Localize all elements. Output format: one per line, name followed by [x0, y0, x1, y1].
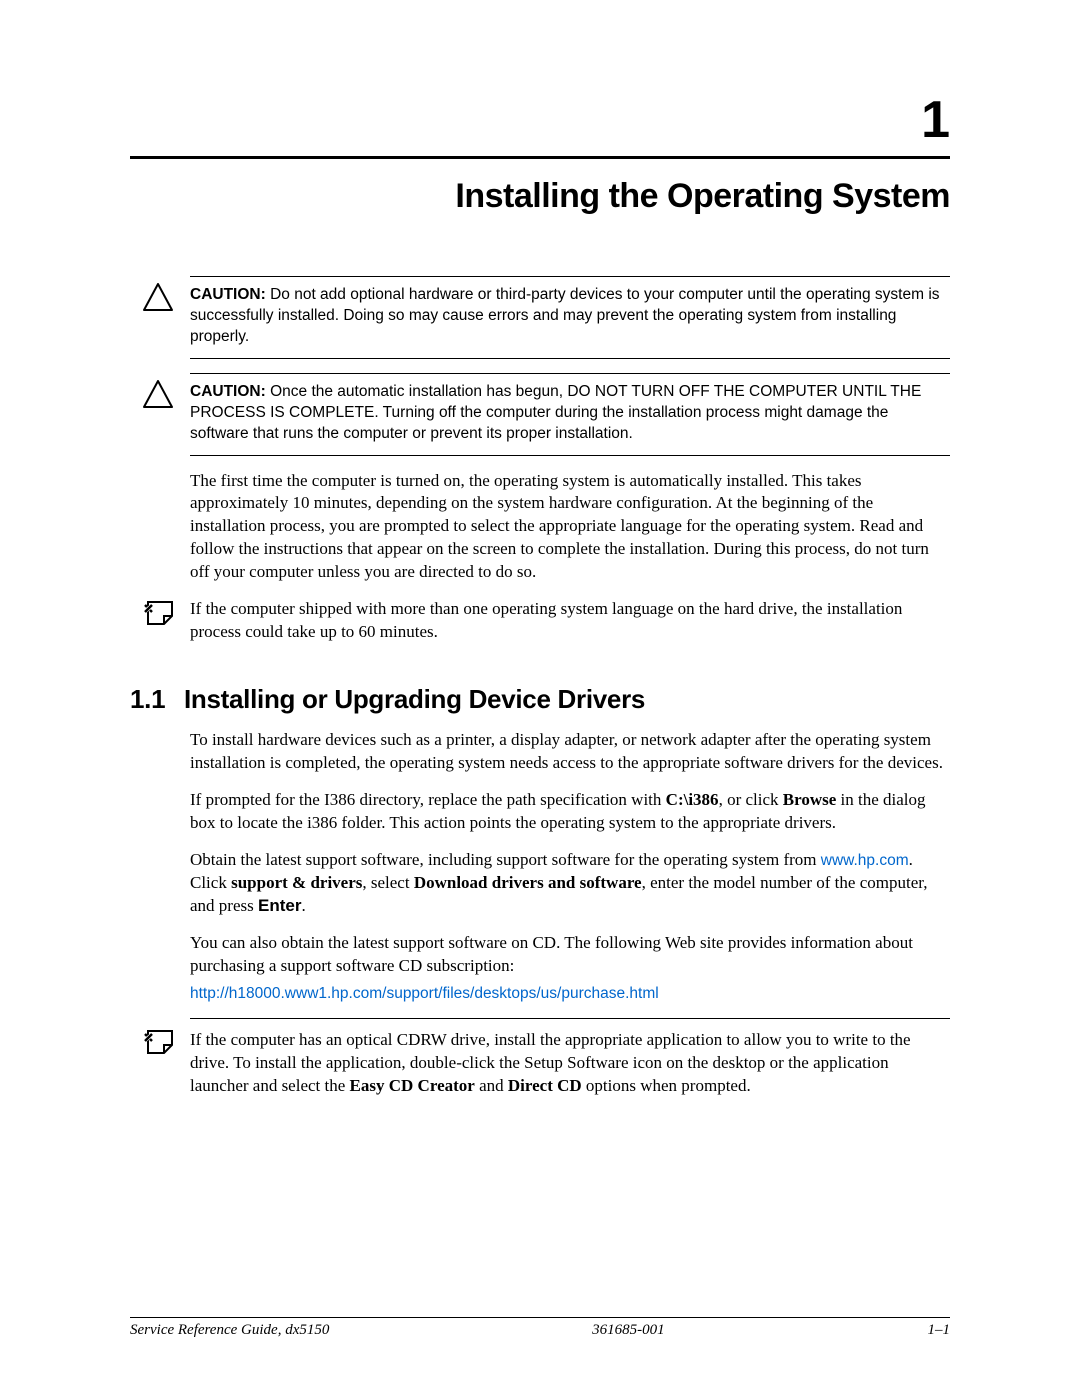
note-text: If the computer shipped with more than o…	[190, 599, 902, 641]
body-paragraph: If prompted for the I386 directory, repl…	[190, 789, 950, 835]
section-heading: 1.1Installing or Upgrading Device Driver…	[130, 684, 950, 715]
caution-text: Do not add optional hardware or third-pa…	[190, 286, 940, 345]
page-footer: Service Reference Guide, dx5150 361685-0…	[130, 1317, 950, 1339]
document-page: 1 Installing the Operating System CAUTIO…	[0, 0, 1080, 1397]
note-icon	[142, 598, 178, 635]
content-area: CAUTION: Do not add optional hardware or…	[190, 276, 950, 1098]
text-run: and	[475, 1076, 508, 1095]
caution-icon	[142, 282, 174, 319]
note-block-1: If the computer shipped with more than o…	[190, 598, 950, 644]
bold-run: Easy CD Creator	[350, 1076, 475, 1095]
link-paragraph: http://h18000.www1.hp.com/support/files/…	[190, 982, 950, 1005]
caution-icon	[142, 379, 174, 416]
text-run: Obtain the latest support software, incl…	[190, 850, 821, 869]
caution-label: CAUTION:	[190, 286, 266, 303]
caution-label: CAUTION:	[190, 383, 266, 400]
caution-block-1: CAUTION: Do not add optional hardware or…	[190, 276, 950, 359]
text-run: options when prompted.	[582, 1076, 751, 1095]
text-run: , or click	[719, 790, 783, 809]
bold-run: Enter	[258, 896, 301, 915]
caution-block-2: CAUTION: Once the automatic installation…	[190, 373, 950, 456]
link-support-cd[interactable]: http://h18000.www1.hp.com/support/files/…	[190, 985, 659, 1002]
chapter-number: 1	[130, 90, 950, 150]
bold-run: support & drivers	[231, 873, 362, 892]
bold-run: Direct CD	[508, 1076, 582, 1095]
note-icon	[142, 1027, 178, 1064]
footer-center: 361685-001	[592, 1322, 665, 1339]
chapter-rule	[130, 156, 950, 159]
footer-row: Service Reference Guide, dx5150 361685-0…	[130, 1322, 950, 1339]
note-block-2: If the computer has an optical CDRW driv…	[190, 1018, 950, 1098]
body-paragraph: You can also obtain the latest support s…	[190, 932, 950, 978]
text-run: , select	[362, 873, 413, 892]
section-number: 1.1	[130, 684, 184, 715]
text-run: .	[301, 896, 305, 915]
bold-run: C:\i386	[666, 790, 719, 809]
body-paragraph: The first time the computer is turned on…	[190, 470, 950, 585]
body-paragraph: To install hardware devices such as a pr…	[190, 729, 950, 775]
footer-left: Service Reference Guide, dx5150	[130, 1322, 329, 1339]
footer-right: 1–1	[927, 1322, 950, 1339]
link-hp[interactable]: www.hp.com	[821, 852, 909, 869]
chapter-title: Installing the Operating System	[130, 177, 950, 216]
caution-text: Once the automatic installation has begu…	[190, 383, 921, 442]
section-title: Installing or Upgrading Device Drivers	[184, 684, 645, 714]
bold-run: Browse	[783, 790, 837, 809]
footer-rule	[130, 1317, 950, 1318]
bold-run: Download drivers and software	[414, 873, 642, 892]
text-run: If prompted for the I386 directory, repl…	[190, 790, 666, 809]
body-paragraph: Obtain the latest support software, incl…	[190, 849, 950, 918]
